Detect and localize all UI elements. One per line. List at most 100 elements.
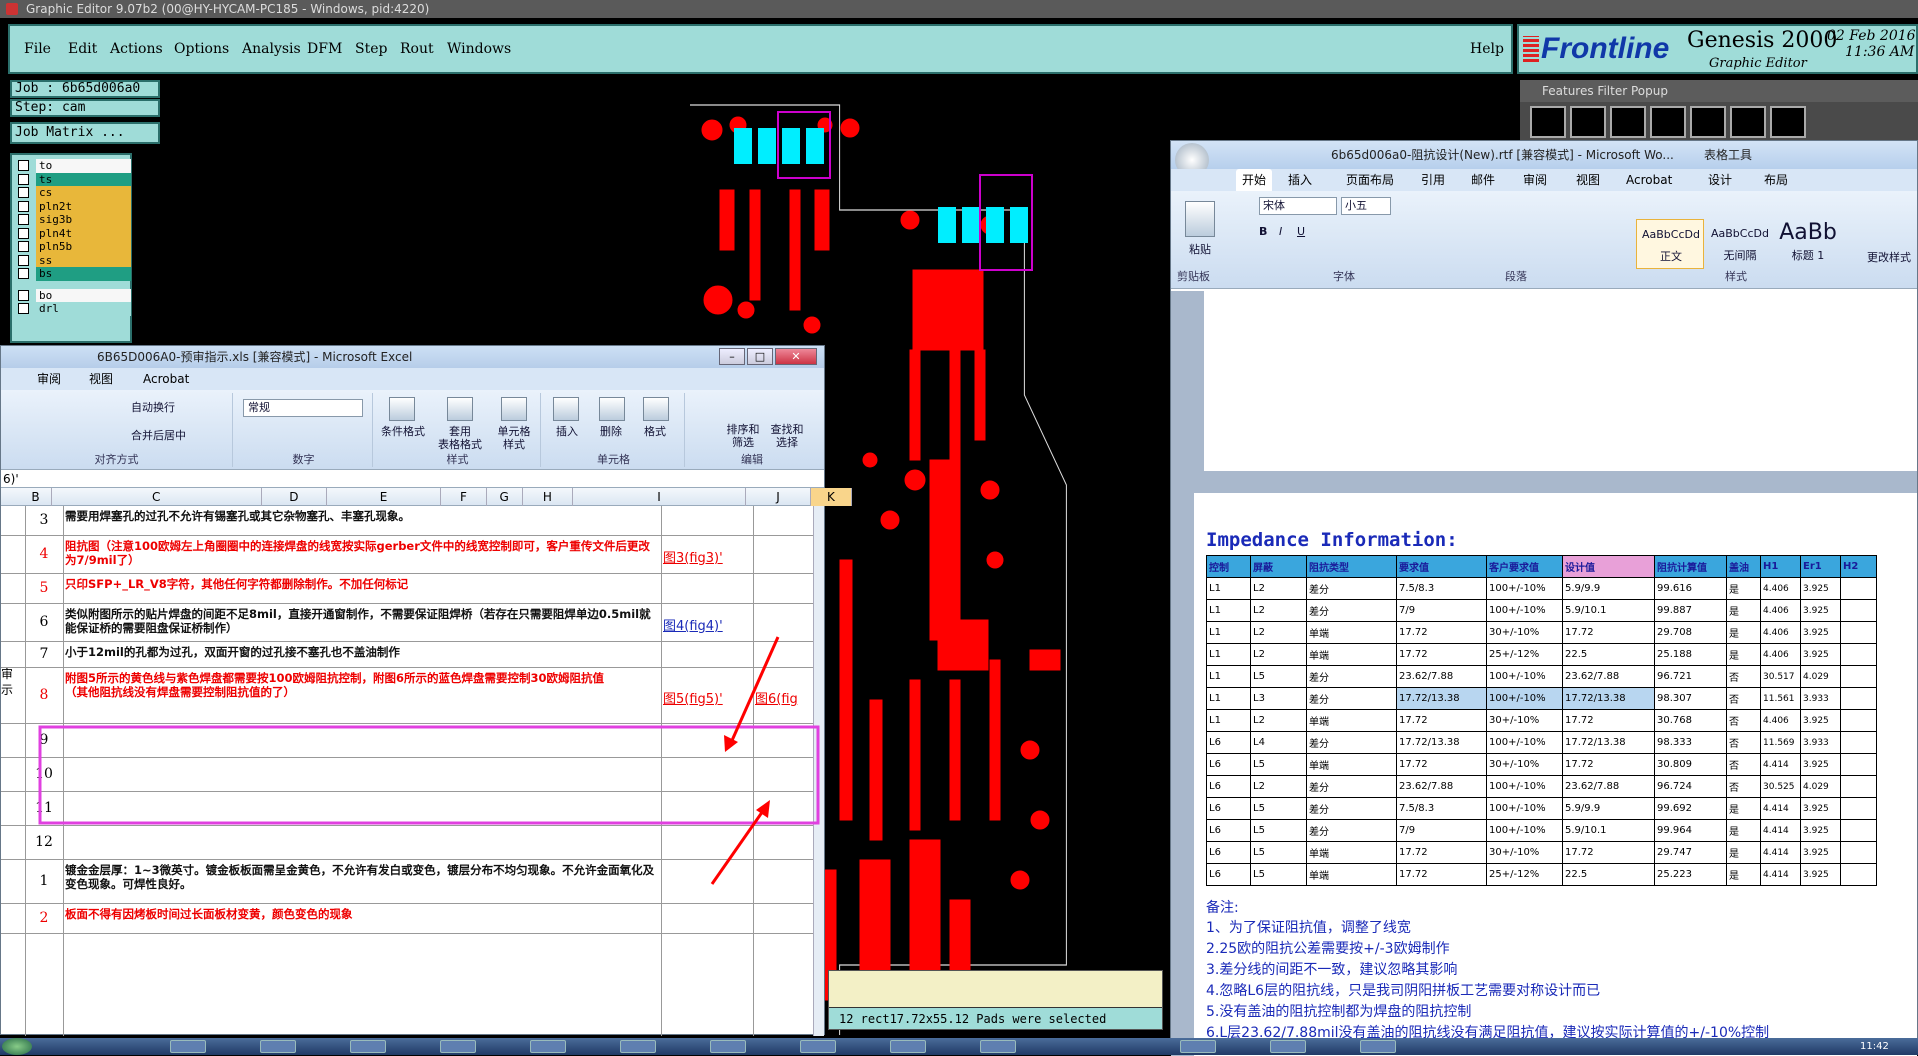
taskbar-item[interactable] [620, 1040, 656, 1053]
table-row[interactable]: 9 [1, 724, 813, 758]
layer-pln4t[interactable]: pln4t [36, 226, 131, 241]
layer-checkbox[interactable] [18, 227, 29, 239]
insert-cell-button[interactable]: 插入 [547, 425, 587, 438]
taskbar-item[interactable] [260, 1040, 296, 1053]
menu-step[interactable]: Step [355, 41, 387, 57]
table-row[interactable]: 6 类似附图所示的贴片焊盘的间距不足8mil，直接开通窗制作，不需要保证阻焊桥（若… [1, 604, 813, 642]
menu-edit[interactable]: Edit [68, 41, 97, 57]
layer-drl[interactable]: drl [36, 302, 131, 316]
word-tab-8[interactable]: 设计 [1708, 169, 1732, 191]
menu-file[interactable]: File [24, 41, 51, 57]
column-header-b[interactable]: B [21, 488, 52, 506]
table-row[interactable]: L6 L5 单端 17.72 25+/-12% 22.5 25.223 是 4.414 3.925 [1206, 863, 1877, 886]
layer-sig3b[interactable]: sig3b [36, 213, 131, 227]
table-row[interactable]: L1 L2 差分 7.5/8.3 100+/-10% 5.9/9.9 99.616 是 4.40… [1206, 577, 1877, 600]
table-row[interactable]: L1 L5 差分 23.62/7.88 100+/-10% 23.62/7.88 96.72… [1206, 665, 1877, 688]
layer-checkbox[interactable] [18, 241, 29, 252]
job-matrix-button[interactable]: Job Matrix ... [10, 122, 160, 144]
column-header-h[interactable]: H [523, 488, 574, 506]
excel-vertical-scrollbar[interactable] [813, 506, 824, 1036]
layer-to[interactable]: to [36, 159, 131, 173]
table-row[interactable]: L6 L5 单端 17.72 30+/-10% 17.72 29.747 是 4.414 3.92… [1206, 841, 1877, 864]
layer-checkbox[interactable] [18, 254, 29, 266]
column-header-k[interactable]: K [811, 488, 852, 506]
layer-checkbox[interactable] [18, 200, 29, 212]
layer-ts[interactable]: ts [36, 172, 131, 187]
number-format-select[interactable]: 常规 [243, 399, 363, 417]
taskbar-item[interactable] [1360, 1040, 1396, 1053]
start-button-icon[interactable] [2, 1038, 32, 1055]
word-tab-1[interactable]: 插入 [1288, 169, 1312, 191]
word-tab-0[interactable]: 开始 [1236, 169, 1273, 191]
figure-link[interactable]: 图4(fig4)' [663, 615, 723, 634]
taskbar-item[interactable] [170, 1040, 206, 1053]
paste-button[interactable]: 粘贴 [1185, 243, 1215, 256]
style-no-spacing[interactable]: AaBbCcDd 无间隔 [1707, 219, 1773, 269]
column-header-f[interactable]: F [441, 488, 487, 506]
column-header-d[interactable]: D [262, 488, 327, 506]
filter-surface-button[interactable] [1610, 106, 1646, 138]
style-heading-1[interactable]: AaBb 标题 1 [1775, 219, 1841, 269]
taskbar-item[interactable] [710, 1040, 746, 1053]
underline-button[interactable]: U [1297, 225, 1305, 238]
taskbar-item[interactable] [440, 1040, 476, 1053]
table-row[interactable]: L1 L2 单端 17.72 30+/-10% 17.72 30.768 否 4.406 3.92… [1206, 709, 1877, 732]
layer-checkbox[interactable] [18, 160, 29, 171]
table-row[interactable]: L6 L4 差分 17.72/13.38 100+/-10% 17.72/13.38 98.… [1206, 731, 1877, 754]
conditional-format-button[interactable]: 条件格式 [377, 425, 429, 438]
column-header-c[interactable]: C [52, 488, 262, 506]
filter-positive-button[interactable] [1730, 106, 1766, 138]
layer-ss[interactable]: ss [36, 253, 131, 268]
taskbar-item[interactable] [1270, 1040, 1306, 1053]
filter-pad-button[interactable] [1570, 106, 1606, 138]
taskbar-item[interactable] [890, 1040, 926, 1053]
excel-close-button[interactable]: ✕ [775, 348, 817, 365]
filter-line-button[interactable] [1530, 106, 1566, 138]
find-select-button[interactable]: 查找和 选择 [767, 423, 807, 449]
menu-options[interactable]: Options [174, 41, 229, 57]
change-styles-button[interactable]: 更改样式 [1861, 251, 1917, 264]
table-row[interactable]: 11 [1, 792, 813, 826]
table-row[interactable]: L1 L2 差分 7/9 100+/-10% 5.9/10.1 99.887 是 4.406 3.… [1206, 599, 1877, 622]
column-header-g[interactable]: G [487, 488, 523, 506]
table-row[interactable]: L6 L5 单端 17.72 30+/-10% 17.72 30.809 否 4.414 3.92… [1206, 753, 1877, 776]
formula-bar[interactable]: 6)' [1, 470, 824, 488]
table-row[interactable]: L6 L2 差分 23.62/7.88 100+/-10% 23.62/7.88 96.72… [1206, 775, 1877, 798]
table-row[interactable]: 12 [1, 826, 813, 860]
column-header-j[interactable]: J [746, 488, 812, 506]
table-format-button[interactable]: 套用 表格格式 [433, 425, 487, 451]
taskbar-item[interactable] [800, 1040, 836, 1053]
wrap-text-button[interactable]: 自动换行 [131, 401, 175, 414]
column-header-e[interactable]: E [327, 488, 442, 506]
table-row[interactable]: 10 [1, 758, 813, 792]
filter-arc-button[interactable] [1650, 106, 1686, 138]
menu-rout[interactable]: Rout [400, 41, 434, 57]
figure-link[interactable]: 图3(fig3)' [663, 547, 723, 566]
table-row[interactable]: 1 镀金金层厚：1~3微英寸。镀金板板面需呈金黄色，不允许有发白或变色，镀层分布不… [1, 860, 813, 904]
excel-tab-review[interactable]: 审阅 [37, 368, 61, 390]
taskbar-item[interactable] [530, 1040, 566, 1053]
layer-checkbox[interactable] [18, 214, 29, 225]
layer-bo[interactable]: bo [36, 288, 131, 303]
menu-actions[interactable]: Actions [110, 41, 163, 57]
table-row[interactable]: 4 阻抗图（注意100欧姆左上角圈圈中的连接焊盘的线宽按实际gerber文件中的线… [1, 536, 813, 574]
excel-tab-view[interactable]: 视图 [89, 368, 113, 390]
table-row[interactable]: L1 L2 单端 17.72 30+/-10% 17.72 29.708 是 4.406 3.92… [1206, 621, 1877, 644]
menu-dfm[interactable]: DFM [307, 41, 342, 57]
table-row[interactable]: L6 L5 差分 7/9 100+/-10% 5.9/10.1 99.964 是 4.414 3.… [1206, 819, 1877, 842]
taskbar-item[interactable] [1180, 1040, 1216, 1053]
delete-cell-button[interactable]: 删除 [591, 425, 631, 438]
word-tab-2[interactable]: 页面布局 [1346, 169, 1394, 191]
excel-maximize-button[interactable]: □ [747, 348, 773, 365]
font-size-select[interactable]: 小五 [1341, 197, 1391, 215]
table-row[interactable]: 8 附图5所示的黄色线与紫色焊盘都需要按100欧姆阻抗控制，附图6所示的蓝色焊盘需… [1, 668, 813, 724]
excel-minimize-button[interactable]: – [719, 348, 745, 365]
filter-text-button[interactable] [1690, 106, 1726, 138]
layer-pln2t[interactable]: pln2t [36, 199, 131, 214]
menu-help[interactable]: Help [1470, 41, 1504, 57]
style-normal[interactable]: AaBbCcDd 正文 [1636, 219, 1704, 269]
bold-button[interactable]: B [1259, 225, 1267, 238]
font-name-select[interactable]: 宋体 [1259, 197, 1337, 215]
column-header-i[interactable]: I [573, 488, 746, 506]
layer-pln5b[interactable]: pln5b [36, 240, 131, 254]
